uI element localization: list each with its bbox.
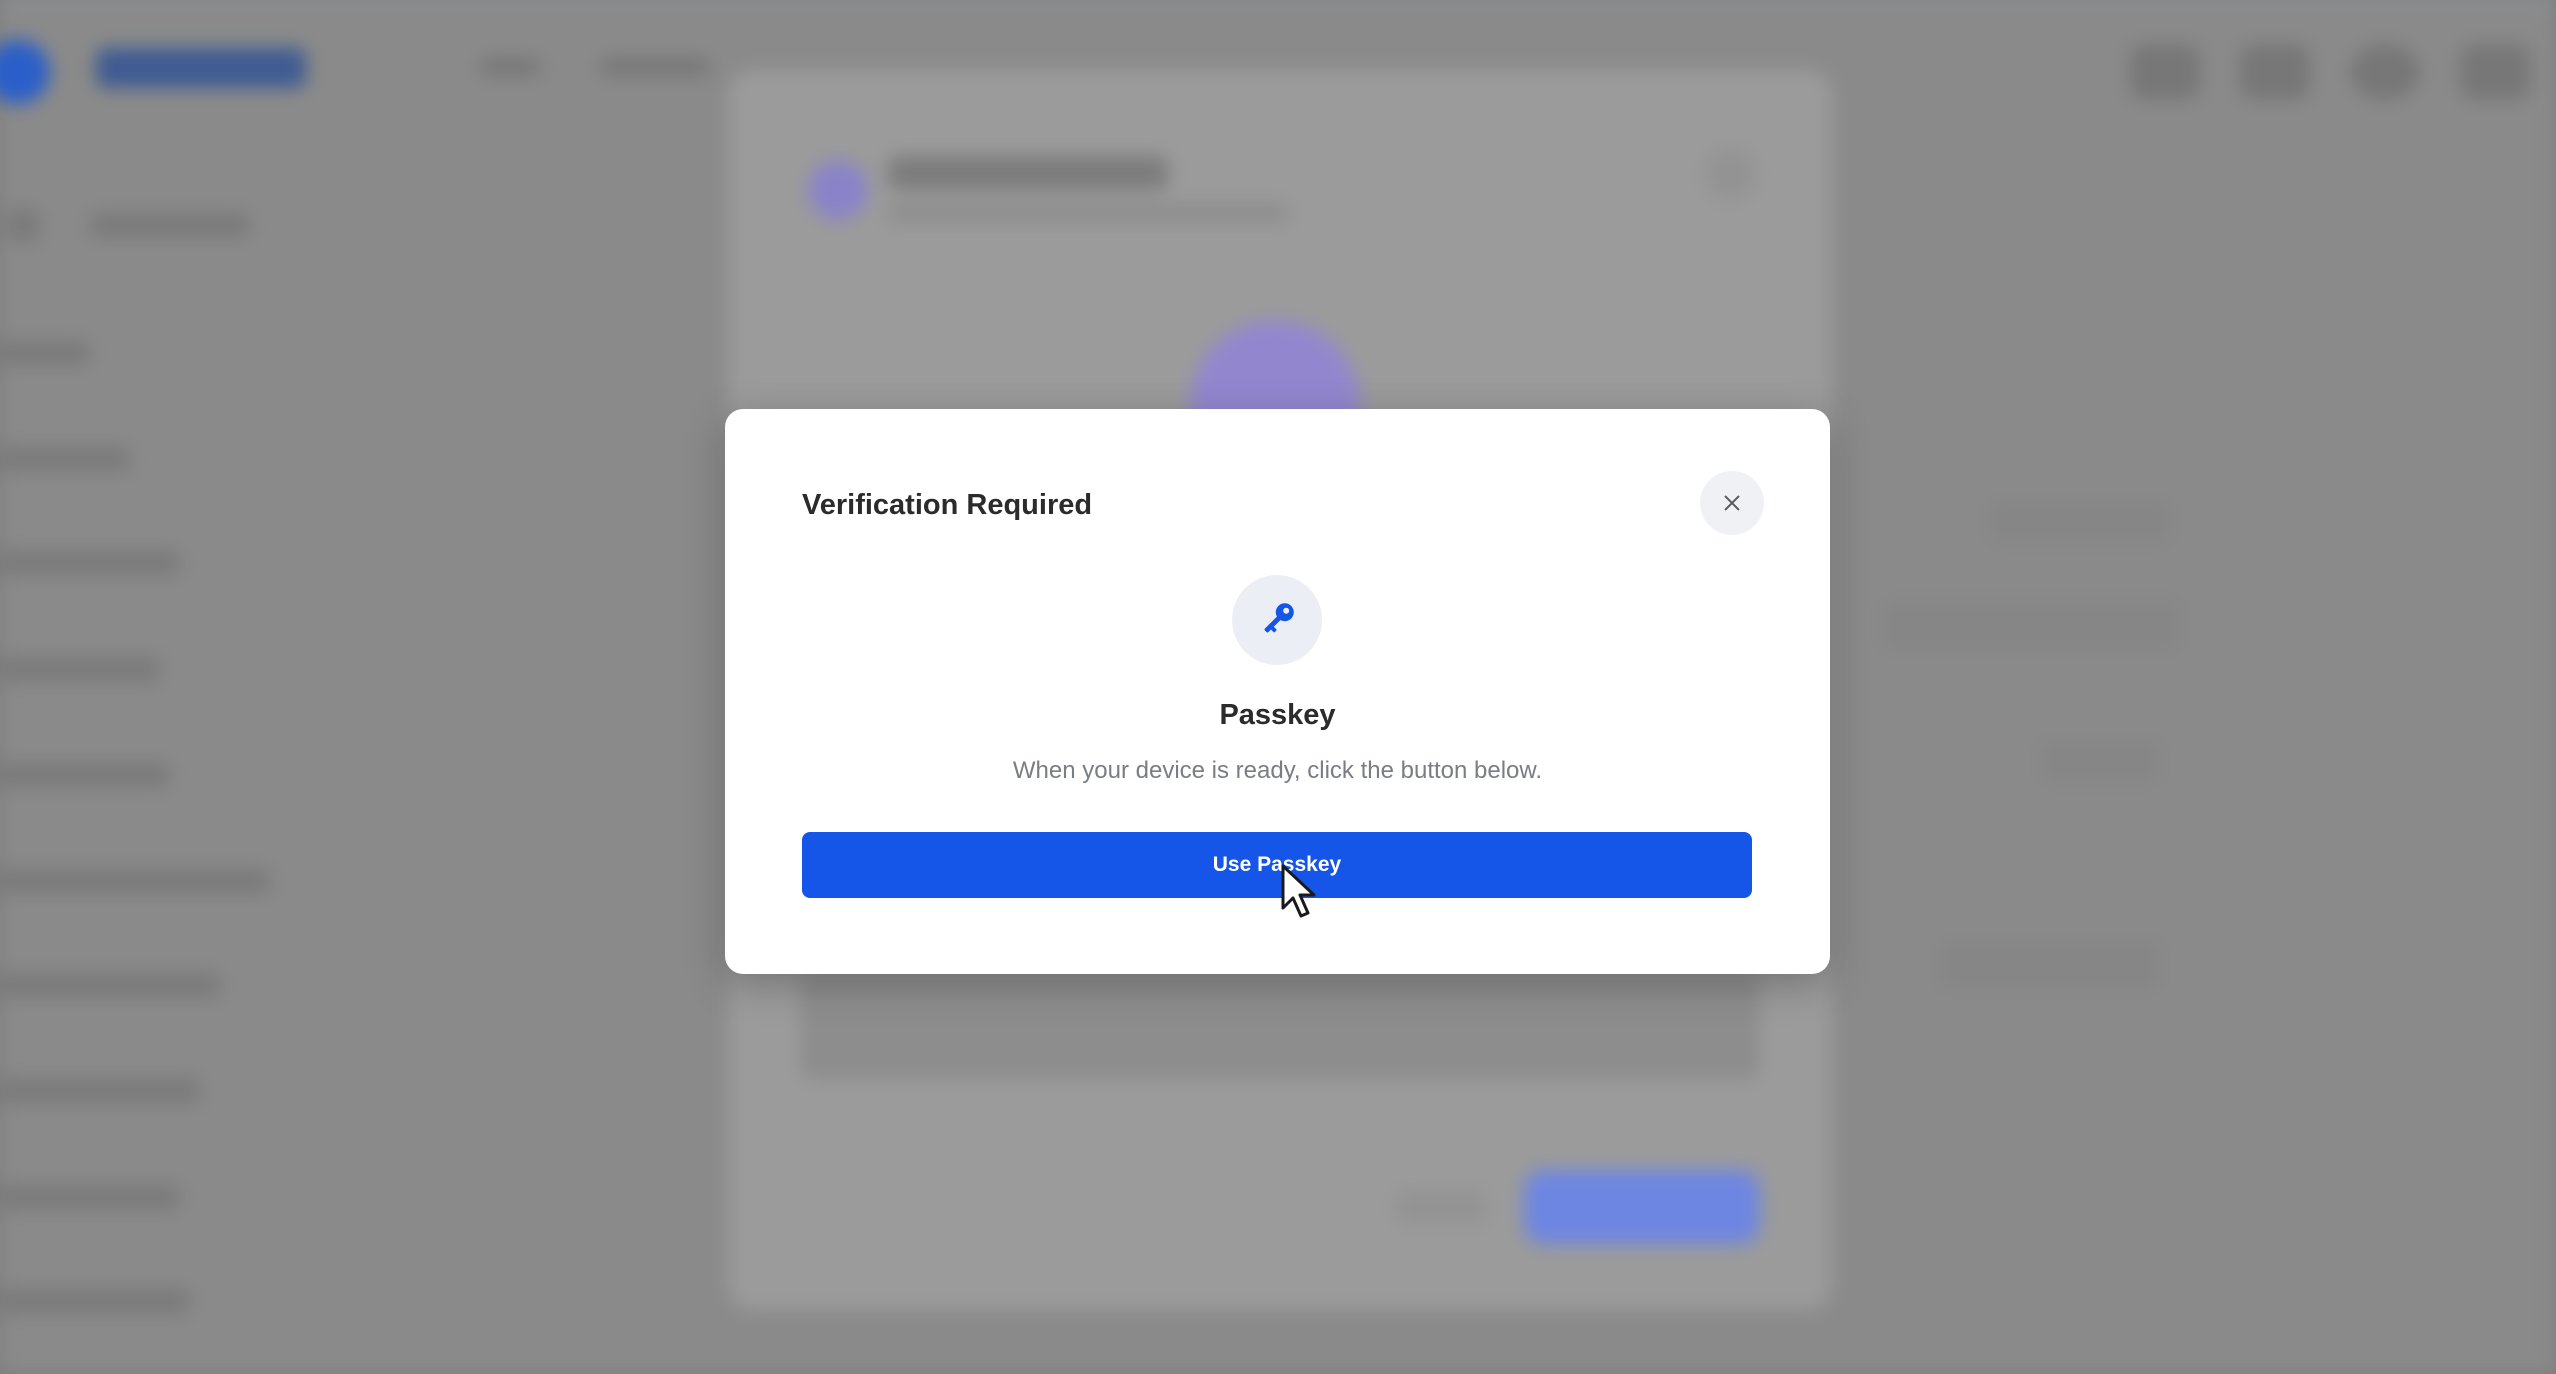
bg-modal-close: [1704, 148, 1756, 200]
bg-sidebar-item: [0, 972, 220, 998]
bg-modal-title: [888, 156, 1168, 190]
close-button[interactable]: [1700, 471, 1764, 535]
bg-sidebar-item: [0, 550, 180, 576]
bg-sidebar-item: [0, 1184, 180, 1210]
close-icon: [1724, 495, 1740, 511]
auth-method-name: Passkey: [1219, 699, 1336, 731]
bg-top-border: [0, 0, 2556, 4]
bg-sidebar-item: [0, 656, 160, 682]
bg-sidebar-item: [0, 1288, 190, 1314]
bg-content-block: [1990, 500, 2170, 544]
bg-content-block: [2040, 740, 2160, 784]
bg-modal-subtitle: [888, 204, 1288, 222]
mouse-cursor-icon: [1281, 864, 1316, 918]
verification-dialog: Verification Required Passkey When your …: [725, 409, 1830, 974]
bg-sidebar-item: [0, 1078, 200, 1104]
bg-modal-card: [800, 970, 1760, 1080]
bg-nav-item: [600, 58, 710, 76]
bg-content-block: [1940, 940, 2160, 990]
bg-content-block: [1880, 600, 2180, 650]
bg-sidebar-item: [0, 446, 130, 472]
bg-sidebar-item: [0, 868, 270, 894]
bg-sidebar-item: [0, 340, 90, 366]
bg-logo-wordmark: [96, 48, 306, 88]
key-icon: [1264, 603, 1294, 633]
dialog-title: Verification Required: [802, 489, 1093, 521]
bg-sidebar-item: [0, 762, 170, 788]
bg-header-control: [2130, 44, 2200, 100]
passkey-icon-badge: [1232, 575, 1322, 665]
bg-header-control: [2240, 44, 2310, 100]
bg-sidebar-item: [90, 212, 250, 238]
auth-method-description: When your device is ready, click the but…: [1012, 757, 1543, 784]
bg-nav-item: [480, 58, 540, 76]
bg-modal-secondary-button: [1396, 1190, 1486, 1224]
bg-modal-primary-button: [1524, 1170, 1760, 1244]
use-passkey-button[interactable]: Use Passkey: [802, 832, 1752, 898]
bg-sidebar-icon: [6, 208, 40, 242]
bg-modal-icon: [808, 160, 868, 220]
bg-logo-icon: [0, 40, 50, 104]
bg-avatar: [2350, 44, 2420, 100]
bg-header-control: [2460, 44, 2530, 100]
